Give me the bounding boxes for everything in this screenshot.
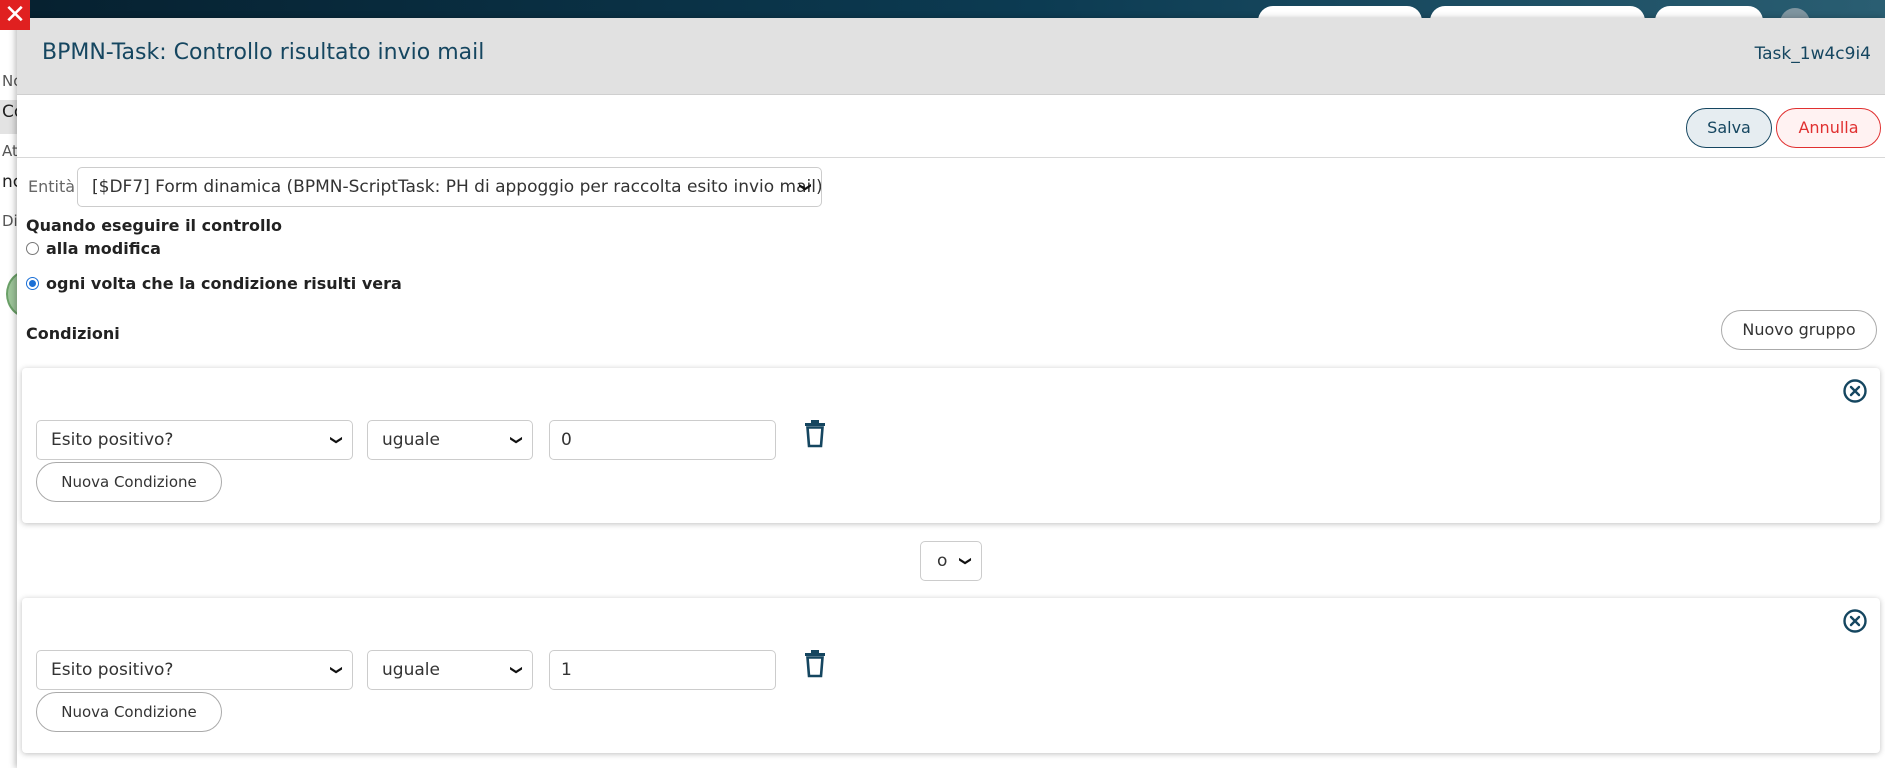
- condition-value-input[interactable]: 1: [549, 650, 776, 690]
- chevron-down-icon: ❯: [798, 181, 813, 193]
- new-group-button[interactable]: Nuovo gruppo: [1721, 310, 1877, 350]
- conditions-title: Condizioni: [26, 324, 120, 343]
- condition-group: Esito positivo? ❯ uguale ❯ 0 Nuova Condi…: [22, 368, 1880, 523]
- entity-select[interactable]: [$DF7] Form dinamica (BPMN-ScriptTask: P…: [77, 167, 822, 207]
- radio-option-always-true[interactable]: ogni volta che la condizione risulti ver…: [26, 274, 402, 293]
- entity-label: Entità: [28, 177, 76, 196]
- chevron-down-icon: ❯: [509, 664, 524, 676]
- remove-group-icon[interactable]: [1842, 608, 1868, 634]
- cancel-button[interactable]: Annulla: [1776, 108, 1881, 148]
- condition-operator-select[interactable]: uguale ❯: [367, 420, 533, 460]
- new-condition-button[interactable]: Nuova Condizione: [36, 462, 222, 502]
- chevron-down-icon: ❯: [329, 664, 344, 676]
- condition-field-select[interactable]: Esito positivo? ❯: [36, 420, 353, 460]
- entity-select-value: [$DF7] Form dinamica (BPMN-ScriptTask: P…: [92, 177, 822, 197]
- trash-icon[interactable]: [804, 650, 826, 678]
- group-join-select[interactable]: o ❯: [920, 541, 982, 581]
- radio-button[interactable]: [26, 277, 39, 290]
- radio-label: alla modifica: [46, 239, 161, 258]
- close-icon[interactable]: ✕: [0, 0, 30, 30]
- radio-button[interactable]: [26, 242, 39, 255]
- new-condition-button[interactable]: Nuova Condizione: [36, 692, 222, 732]
- condition-value-input[interactable]: 0: [549, 420, 776, 460]
- condition-field-value: Esito positivo?: [51, 660, 174, 680]
- trash-icon[interactable]: [804, 420, 826, 448]
- condition-group: Esito positivo? ❯ uguale ❯ 1 Nuova Condi…: [22, 598, 1880, 753]
- condition-operator-value: uguale: [382, 660, 440, 680]
- task-id: Task_1w4c9i4: [1754, 44, 1871, 64]
- save-button[interactable]: Salva: [1686, 108, 1772, 148]
- chevron-down-icon: ❯: [329, 434, 344, 446]
- when-title: Quando eseguire il controllo: [26, 216, 282, 235]
- radio-label: ogni volta che la condizione risulti ver…: [46, 274, 402, 293]
- condition-field-value: Esito positivo?: [51, 430, 174, 450]
- condition-operator-select[interactable]: uguale ❯: [367, 650, 533, 690]
- remove-group-icon[interactable]: [1842, 378, 1868, 404]
- condition-operator-value: uguale: [382, 430, 440, 450]
- radio-option-on-change[interactable]: alla modifica: [26, 239, 161, 258]
- chevron-down-icon: ❯: [509, 434, 524, 446]
- modal-content: Entità [$DF7] Form dinamica (BPMN-Script…: [17, 158, 1885, 768]
- modal-title: BPMN-Task: Controllo risultato invio mai…: [42, 40, 485, 65]
- modal-header: BPMN-Task: Controllo risultato invio mai…: [17, 18, 1885, 95]
- modal-toolbar: Salva Annulla: [17, 95, 1885, 158]
- condition-field-select[interactable]: Esito positivo? ❯: [36, 650, 353, 690]
- chevron-down-icon: ❯: [958, 555, 973, 567]
- background-text: Di: [2, 212, 18, 230]
- background-text: At: [2, 142, 18, 160]
- task-modal: BPMN-Task: Controllo risultato invio mai…: [17, 18, 1885, 768]
- group-join-value: o: [937, 551, 948, 571]
